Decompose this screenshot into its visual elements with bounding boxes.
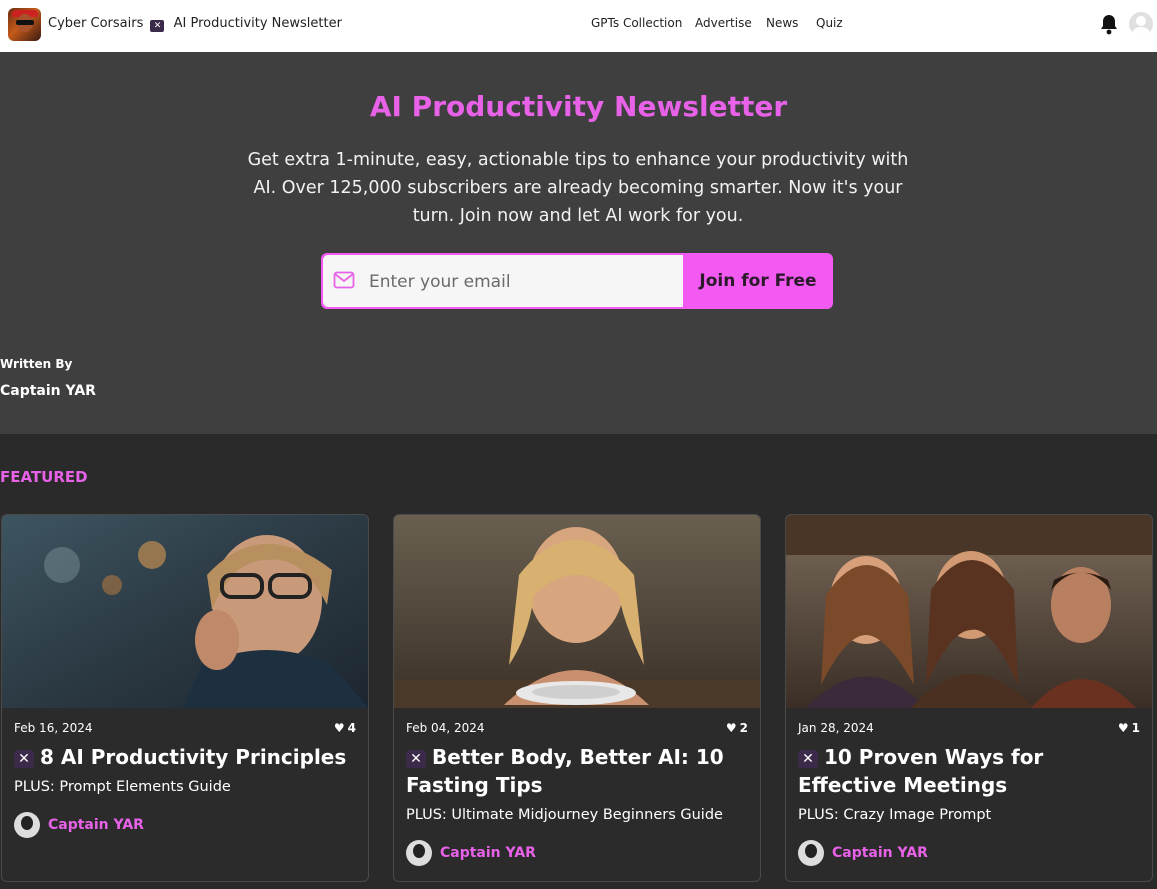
heart-icon[interactable]: ♥ [334, 721, 345, 735]
author-avatar [14, 812, 40, 838]
post-subtitle: PLUS: Prompt Elements Guide [14, 779, 231, 795]
heart-icon[interactable]: ♥ [726, 721, 737, 735]
post-author[interactable]: Captain YAR [798, 840, 928, 866]
author-avatar [406, 840, 432, 866]
featured-post-card[interactable]: Feb 04, 2024 ♥ 2 ✕ Better Body, Better AI:… [393, 514, 761, 882]
nav-gpts-collection[interactable]: GPTs Collection [591, 16, 682, 30]
nav-quiz[interactable]: Quiz [816, 16, 843, 30]
hero-title: AI Productivity Newsletter [369, 90, 788, 123]
author-avatar [798, 840, 824, 866]
join-for-free-button[interactable]: Join for Free [683, 253, 833, 309]
post-author[interactable]: Captain YAR [14, 812, 144, 838]
post-thumbnail-image[interactable] [786, 515, 1152, 708]
post-date: Feb 16, 2024 [14, 721, 93, 735]
subscribe-form: Join for Free [321, 253, 833, 309]
mail-icon [333, 271, 355, 289]
hero-author-name[interactable]: Captain YAR [0, 383, 96, 399]
post-author[interactable]: Captain YAR [406, 840, 536, 866]
post-subtitle: PLUS: Ultimate Midjourney Beginners Guid… [406, 807, 723, 823]
featured-post-card[interactable]: Feb 16, 2024 ♥ 4 ✕ 8 AI Productivity Princ… [1, 514, 369, 882]
post-title[interactable]: ✕ 10 Proven Ways for Effective Meetings [798, 743, 1140, 799]
like-count[interactable]: ♥ 1 [1118, 721, 1140, 735]
post-subtitle: PLUS: Crazy Image Prompt [798, 807, 992, 823]
notification-bell-icon[interactable] [1099, 13, 1119, 35]
email-field-wrapper [323, 255, 683, 307]
brand-subtitle: AI Productivity Newsletter [173, 16, 342, 31]
post-date: Feb 04, 2024 [406, 721, 485, 735]
post-thumbnail-image[interactable] [394, 515, 760, 708]
hero-section: AI Productivity Newsletter Get extra 1-m… [0, 52, 1157, 434]
user-avatar-icon[interactable] [1129, 12, 1153, 36]
top-nav-bar: Cyber Corsairs ✕ AI Productivity Newslet… [0, 0, 1157, 52]
featured-post-card[interactable]: Jan 28, 2024 ♥ 1 ✕ 10 Proven Ways for Effe… [785, 514, 1153, 882]
post-date: Jan 28, 2024 [798, 721, 874, 735]
email-input[interactable] [367, 267, 671, 297]
like-count[interactable]: ♥ 2 [726, 721, 748, 735]
nav-advertise[interactable]: Advertise [695, 16, 752, 30]
pirate-flag-icon: ✕ [150, 20, 165, 32]
post-title[interactable]: ✕ Better Body, Better AI: 10 Fasting Tips [406, 743, 748, 799]
site-logo[interactable] [8, 8, 41, 41]
hero-description: Get extra 1-minute, easy, actionable tip… [247, 150, 909, 226]
post-title[interactable]: ✕ 8 AI Productivity Principles [14, 743, 356, 771]
brand-name: Cyber Corsairs [48, 16, 144, 31]
heart-icon[interactable]: ♥ [1118, 721, 1129, 735]
post-thumbnail-image[interactable] [2, 515, 368, 708]
pirate-flag-icon: ✕ [14, 750, 34, 768]
written-by-label: Written By [0, 357, 73, 371]
brand-link[interactable]: Cyber Corsairs ✕ AI Productivity Newslet… [48, 16, 342, 32]
featured-heading: FEATURED [0, 468, 88, 486]
pirate-flag-icon: ✕ [406, 750, 426, 768]
like-count[interactable]: ♥ 4 [334, 721, 356, 735]
pirate-flag-icon: ✕ [798, 750, 818, 768]
nav-news[interactable]: News [766, 16, 798, 30]
